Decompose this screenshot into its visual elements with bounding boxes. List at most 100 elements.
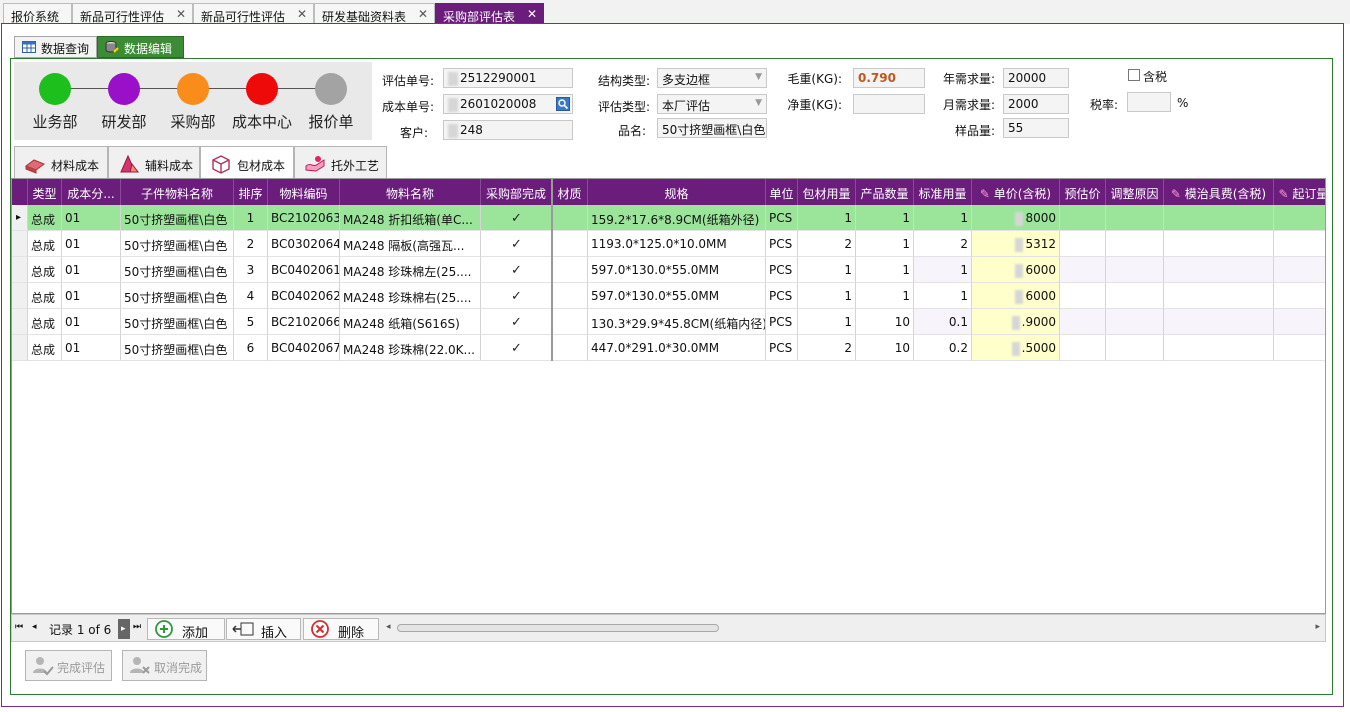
cell-unit[interactable]: PCS <box>766 283 798 309</box>
column-header-mold-fee[interactable]: ✎ 模治具费(含税) <box>1164 179 1274 205</box>
prev-record-icon[interactable]: ◂ <box>32 622 37 632</box>
search-icon[interactable] <box>556 97 570 111</box>
cell-material[interactable] <box>552 283 588 309</box>
column-header-unit[interactable]: 单位 <box>766 179 798 205</box>
insert-button[interactable]: 插入 <box>226 618 301 641</box>
column-header-material[interactable]: 材质 <box>552 179 588 205</box>
cell-product-qty[interactable]: 1 <box>856 205 914 231</box>
cell-estimated-price[interactable] <box>1060 335 1106 361</box>
row-indicator[interactable] <box>12 257 28 283</box>
cell-cost-category[interactable]: 01 <box>62 257 121 283</box>
cell-moq[interactable] <box>1274 257 1325 283</box>
column-header-cost-category[interactable]: 成本分... <box>62 179 121 205</box>
cell-sub-item-name[interactable]: 50寸挤塑画框\白色 <box>121 205 234 231</box>
cell-sort[interactable]: 4 <box>234 283 268 309</box>
cell-purchase-done[interactable]: ✓ <box>481 283 552 309</box>
cell-unit-price[interactable]: 5312 <box>972 231 1060 257</box>
cell-material[interactable] <box>552 257 588 283</box>
struct-type-select[interactable]: 多支边框 ▼ <box>657 68 767 88</box>
column-header-estimated-price[interactable]: 预估价 <box>1060 179 1106 205</box>
cell-type[interactable]: 总成 <box>28 257 62 283</box>
cell-spec[interactable]: 447.0*291.0*30.0MM <box>588 335 766 361</box>
cell-material-code[interactable]: BC0302064 <box>268 231 340 257</box>
cell-package-qty[interactable]: 1 <box>798 205 856 231</box>
cell-cost-category[interactable]: 01 <box>62 283 121 309</box>
tab-quotation-system[interactable]: 报价系统 <box>3 3 72 24</box>
close-icon[interactable]: ✕ <box>418 7 428 21</box>
cell-material-name[interactable]: MA248 隔板(高强瓦... <box>340 231 481 257</box>
cell-material-code[interactable]: BC0402067 <box>268 335 340 361</box>
cell-material-name[interactable]: MA248 折扣纸箱(单C... <box>340 205 481 231</box>
eval-type-select[interactable]: 本厂评估 ▼ <box>657 94 767 114</box>
cell-material[interactable] <box>552 335 588 361</box>
cell-unit[interactable]: PCS <box>766 257 798 283</box>
tab-outsourcing[interactable]: 托外工艺 <box>294 146 387 180</box>
cell-type[interactable]: 总成 <box>28 283 62 309</box>
table-row[interactable]: 总成 01 50寸挤塑画框\白色 4 BC0402062 MA248 珍珠棉右(25...… <box>12 283 1325 309</box>
cell-type[interactable]: 总成 <box>28 231 62 257</box>
cell-sub-item-name[interactable]: 50寸挤塑画框\白色 <box>121 335 234 361</box>
cell-spec[interactable]: 1193.0*125.0*10.0MM <box>588 231 766 257</box>
cell-material[interactable] <box>552 231 588 257</box>
cell-material-code[interactable]: BC2102063 <box>268 205 340 231</box>
table-row[interactable]: 总成 01 50寸挤塑画框\白色 3 BC0402061 MA248 珍珠棉左(25...… <box>12 257 1325 283</box>
scroll-right-icon[interactable]: ▸ <box>1315 622 1320 632</box>
cell-unit-price[interactable]: 6000 <box>972 257 1060 283</box>
cell-unit-price[interactable]: .5000 <box>972 335 1060 361</box>
close-icon[interactable]: ✕ <box>297 7 307 21</box>
cell-cost-category[interactable]: 01 <box>62 335 121 361</box>
cell-material[interactable] <box>552 309 588 335</box>
monthly-demand-field[interactable]: 2000 <box>1003 94 1069 114</box>
cell-spec[interactable]: 159.2*17.6*8.9CM(纸箱外径) <box>588 205 766 231</box>
cell-product-qty[interactable]: 1 <box>856 257 914 283</box>
cell-mold-fee[interactable] <box>1164 257 1274 283</box>
cell-moq[interactable] <box>1274 205 1325 231</box>
cell-unit[interactable]: PCS <box>766 231 798 257</box>
eval-no-field[interactable]: 2512290001 <box>443 68 573 88</box>
cancel-complete-button[interactable]: 取消完成 <box>122 650 207 681</box>
cell-unit[interactable]: PCS <box>766 309 798 335</box>
first-record-icon[interactable]: ⏮ <box>15 622 23 632</box>
cell-cost-category[interactable]: 01 <box>62 309 121 335</box>
column-header-package-qty[interactable]: 包材用量 <box>798 179 856 205</box>
cell-sort[interactable]: 1 <box>234 205 268 231</box>
cell-type[interactable]: 总成 <box>28 309 62 335</box>
cell-estimated-price[interactable] <box>1060 205 1106 231</box>
row-indicator[interactable] <box>12 283 28 309</box>
sample-qty-field[interactable]: 55 <box>1003 118 1069 138</box>
cost-no-field[interactable]: 2601020008 <box>443 94 573 114</box>
table-row[interactable]: 总成 01 50寸挤塑画框\白色 5 BC2102066 MA248 纸箱(S616S) ✓… <box>12 309 1325 335</box>
close-icon[interactable]: ✕ <box>527 7 537 21</box>
cell-unit-price[interactable]: 8000 <box>972 205 1060 231</box>
cell-moq[interactable] <box>1274 231 1325 257</box>
purchase-done-checkbox[interactable]: ✓ <box>510 342 522 355</box>
tab-material-cost[interactable]: 材料成本 <box>14 146 108 180</box>
cell-package-qty[interactable]: 2 <box>798 335 856 361</box>
cell-mold-fee[interactable] <box>1164 283 1274 309</box>
purchase-done-checkbox[interactable]: ✓ <box>510 212 522 225</box>
purchase-done-checkbox[interactable]: ✓ <box>510 316 522 329</box>
cell-standard-qty[interactable]: 1 <box>914 205 972 231</box>
cell-material-name[interactable]: MA248 珍珠棉左(25.... <box>340 257 481 283</box>
tab-data-query[interactable]: 数据查询 <box>14 36 97 58</box>
cell-package-qty[interactable]: 1 <box>798 309 856 335</box>
cell-material[interactable] <box>552 205 588 231</box>
table-row[interactable]: 总成 01 50寸挤塑画框\白色 2 BC0302064 MA248 隔板(高强瓦... ✓… <box>12 231 1325 257</box>
cell-sort[interactable]: 5 <box>234 309 268 335</box>
column-header-material-name[interactable]: 物料名称 <box>340 179 481 205</box>
table-row[interactable]: 总成 01 50寸挤塑画框\白色 6 BC0402067 MA248 珍珠棉(22.0K.… <box>12 335 1325 361</box>
cell-standard-qty[interactable]: 1 <box>914 257 972 283</box>
cell-product-qty[interactable]: 10 <box>856 335 914 361</box>
cell-material-code[interactable]: BC0402061 <box>268 257 340 283</box>
cell-mold-fee[interactable] <box>1164 309 1274 335</box>
net-weight-field[interactable] <box>853 94 925 114</box>
tab-data-edit[interactable]: 数据编辑 <box>97 36 184 58</box>
cell-unit-price[interactable]: .9000 <box>972 309 1060 335</box>
cell-unit[interactable]: PCS <box>766 205 798 231</box>
annual-demand-field[interactable]: 20000 <box>1003 68 1069 88</box>
column-header-moq[interactable]: ✎ 起订量 <box>1274 179 1325 205</box>
close-icon[interactable]: ✕ <box>176 7 186 21</box>
cell-material-code[interactable]: BC2102066 <box>268 309 340 335</box>
cell-standard-qty[interactable]: 2 <box>914 231 972 257</box>
cell-cost-category[interactable]: 01 <box>62 205 121 231</box>
